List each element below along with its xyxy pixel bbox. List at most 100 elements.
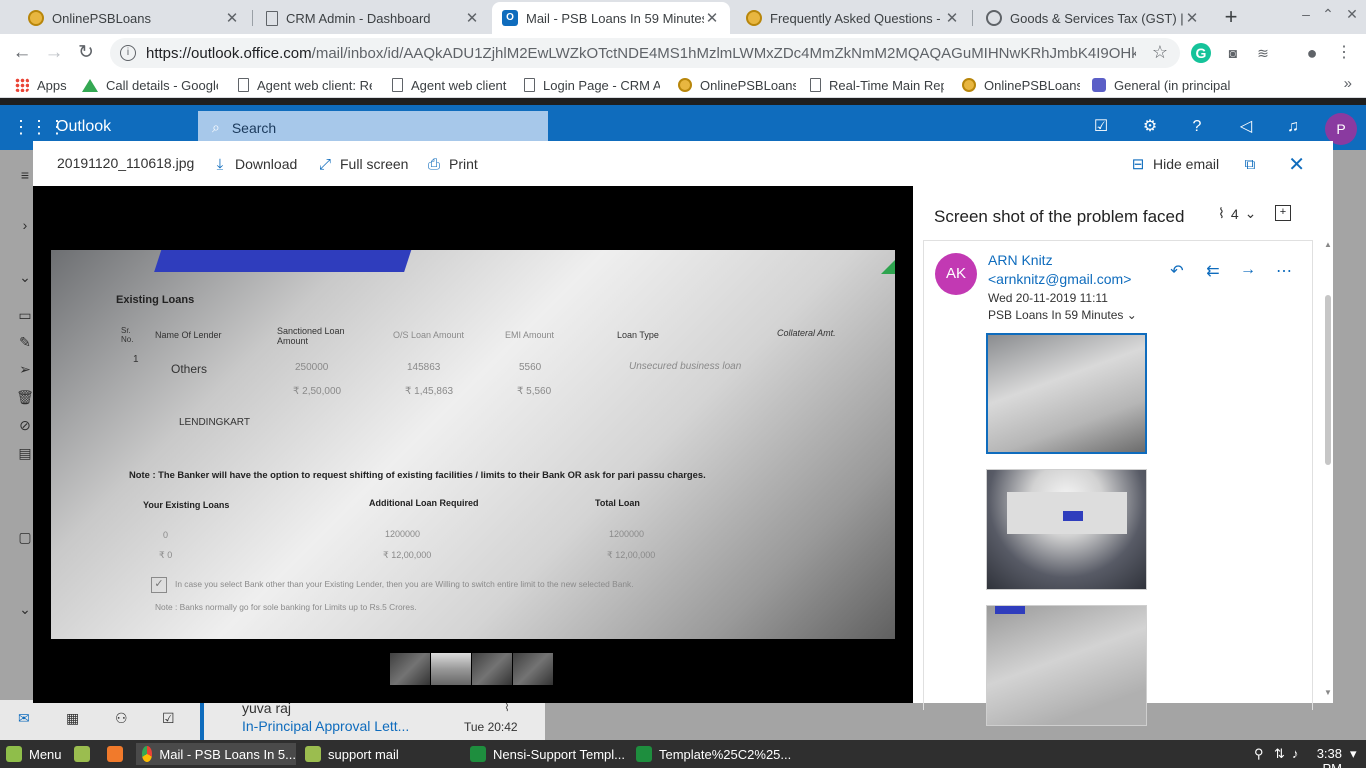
chevron-right-icon[interactable]: › bbox=[16, 216, 34, 234]
reply-all-icon[interactable]: ⇇ bbox=[1203, 261, 1223, 281]
extension-icon[interactable]: ≋ bbox=[1253, 43, 1273, 63]
notes-icon[interactable]: ▢ bbox=[16, 528, 34, 546]
scrollbar-thumb[interactable] bbox=[1325, 295, 1331, 465]
inbox-icon[interactable]: ▭ bbox=[16, 306, 34, 324]
taskbar-window-nensi[interactable]: Nensi-Support Templ... bbox=[470, 743, 625, 765]
tab-faq[interactable]: Frequently Asked Questions - P ✕ bbox=[736, 2, 970, 34]
bookmark-real-time-main[interactable]: Real-Time Main Rep bbox=[810, 76, 944, 94]
file-manager-launcher[interactable] bbox=[74, 743, 97, 765]
hide-email-button[interactable]: ⊟ Hide email bbox=[1131, 153, 1219, 175]
notifications-bell-icon[interactable]: ♫ bbox=[1283, 117, 1303, 137]
message-list-item[interactable]: yuva raj ⌇ In-Principal Approval Lett...… bbox=[200, 700, 545, 740]
junk-icon[interactable]: ⊘ bbox=[16, 416, 34, 434]
calendar-icon[interactable]: ▦ bbox=[66, 710, 79, 727]
scroll-up-icon[interactable]: ▲ bbox=[1324, 240, 1332, 249]
thumbnail-3[interactable] bbox=[472, 653, 512, 685]
back-icon[interactable]: ← bbox=[11, 42, 33, 64]
close-icon[interactable]: ✕ bbox=[1184, 9, 1200, 27]
thumbnail-2[interactable] bbox=[431, 653, 471, 685]
attachment-thumbnail-1[interactable] bbox=[986, 333, 1147, 454]
message-recipient[interactable]: PSB Loans In 59 Minutes ⌄ bbox=[988, 308, 1137, 322]
reading-pane-scrollbar[interactable]: ▲ ▼ bbox=[1324, 240, 1332, 700]
reload-icon[interactable]: ↻ bbox=[75, 42, 97, 64]
forward-icon[interactable]: → bbox=[1238, 261, 1258, 279]
feedback-megaphone-icon[interactable]: ◁ bbox=[1236, 117, 1256, 137]
bookmark-onlinepsbloans-2[interactable]: OnlinePSBLoans bbox=[962, 76, 1080, 94]
user-icon[interactable]: ⚲ bbox=[1254, 746, 1264, 762]
new-tab-button[interactable]: + bbox=[1220, 6, 1242, 28]
hamburger-icon[interactable]: ≡ bbox=[16, 166, 34, 184]
settings-gear-icon[interactable]: ⚙ bbox=[1140, 117, 1160, 137]
bookmarks-overflow-icon[interactable]: » bbox=[1344, 75, 1352, 92]
tab-crm-admin[interactable]: CRM Admin - Dashboard ✕ bbox=[256, 2, 490, 34]
reply-icon[interactable]: ↶ bbox=[1167, 261, 1187, 281]
outlook-brand[interactable]: Outlook bbox=[56, 118, 111, 136]
people-icon[interactable]: ⚇ bbox=[115, 710, 128, 727]
attachment-thumbnail-2[interactable] bbox=[986, 469, 1147, 590]
search-input[interactable]: ⌕ Search bbox=[198, 111, 548, 144]
minimize-icon[interactable]: – bbox=[1298, 6, 1314, 22]
firefox-launcher[interactable] bbox=[107, 743, 130, 765]
print-button[interactable]: ⎙ Print bbox=[427, 153, 478, 175]
bookmark-call-details[interactable]: Call details - Google bbox=[82, 76, 218, 94]
deleted-icon[interactable]: 🗑 bbox=[16, 388, 34, 406]
grammarly-icon[interactable]: G bbox=[1191, 43, 1211, 63]
tab-onlinepsbloans[interactable]: OnlinePSBLoans ✕ bbox=[18, 2, 250, 34]
reading-pane: Screen shot of the problem faced ⌇ 4 ⌄ +… bbox=[913, 186, 1333, 726]
more-menu-icon[interactable]: ⋮ bbox=[1334, 43, 1354, 63]
drafts-pencil-icon[interactable]: ✎ bbox=[16, 333, 34, 351]
bookmark-general-in-principal[interactable]: General (in principal bbox=[1092, 76, 1230, 94]
archive-icon[interactable]: ▤ bbox=[16, 444, 34, 462]
bookmark-login-crm[interactable]: Login Page - CRM Ac bbox=[524, 76, 660, 94]
bookmark-agent-web-client-re[interactable]: Agent web client: Re bbox=[238, 76, 372, 94]
download-button[interactable]: ⤓ Download bbox=[213, 153, 298, 175]
attachment-thumbnail-3[interactable] bbox=[986, 605, 1147, 726]
notifications-icon[interactable]: ▾ bbox=[1350, 746, 1357, 762]
sender-name[interactable]: ARN Knitz <arnknitz@gmail.com> bbox=[988, 251, 1148, 289]
profile-icon[interactable]: ● bbox=[1302, 43, 1322, 63]
scroll-down-icon[interactable]: ▼ bbox=[1324, 688, 1332, 697]
close-icon[interactable]: ✕ bbox=[464, 9, 480, 27]
tab-gst[interactable]: Goods & Services Tax (GST) | S ✕ bbox=[976, 2, 1210, 34]
mail-icon[interactable]: ✉ bbox=[18, 710, 30, 727]
bookmark-onlinepsbloans[interactable]: OnlinePSBLoans bbox=[678, 76, 796, 94]
close-icon[interactable]: ✕ bbox=[944, 9, 960, 27]
more-actions-icon[interactable]: ⋯ bbox=[1274, 261, 1294, 281]
site-info-icon[interactable]: i bbox=[120, 45, 136, 61]
bookmark-agent-web-client[interactable]: Agent web client bbox=[392, 76, 512, 94]
attachment-count[interactable]: ⌇ 4 ⌄ bbox=[1218, 205, 1262, 222]
chevron-down-icon[interactable]: ⌄ bbox=[16, 600, 34, 618]
forward-icon[interactable]: → bbox=[43, 42, 65, 64]
camera-icon[interactable]: ◙ bbox=[1223, 43, 1243, 63]
taskbar-window-support-mail[interactable]: support mail bbox=[305, 743, 399, 765]
address-bar[interactable]: i https://outlook.office.com/mail/inbox/… bbox=[110, 38, 1180, 68]
close-icon[interactable]: ✕ bbox=[704, 9, 720, 27]
expand-icon[interactable]: + bbox=[1275, 205, 1291, 221]
taskbar-window-template[interactable]: Template%25C2%25... bbox=[636, 743, 791, 765]
close-icon[interactable]: ✕ bbox=[224, 9, 240, 27]
bookmark-star-icon[interactable]: ☆ bbox=[1152, 42, 1168, 63]
close-viewer-icon[interactable]: ✕ bbox=[1288, 152, 1305, 177]
chevron-down-icon[interactable]: ⌄ bbox=[16, 268, 34, 286]
tasks-icon[interactable]: ☑ bbox=[162, 710, 175, 727]
taskbar-window-mail[interactable]: Mail - PSB Loans In 5... bbox=[136, 743, 296, 765]
network-icon[interactable]: ⇅ bbox=[1274, 746, 1285, 762]
tab-separator bbox=[972, 10, 973, 26]
photo-col-sanctioned: Sanctioned Loan Amount bbox=[277, 326, 345, 346]
clock[interactable]: 3:38 PM bbox=[1296, 746, 1342, 768]
help-icon[interactable]: ? bbox=[1187, 117, 1207, 137]
full-screen-button[interactable]: ⤢ Full screen bbox=[318, 153, 408, 175]
photo-note2: Note : Banks normally go for sole bankin… bbox=[155, 602, 417, 612]
start-menu-button[interactable]: Menu bbox=[6, 743, 62, 765]
pop-out-button[interactable]: ⧉ bbox=[1243, 153, 1265, 175]
app-launcher-icon[interactable]: ⋮⋮⋮ bbox=[12, 116, 66, 138]
tab-mail-outlook[interactable]: O Mail - PSB Loans In 59 Minutes ✕ bbox=[492, 2, 730, 34]
close-window-icon[interactable]: ✕ bbox=[1344, 6, 1360, 23]
skype-icon[interactable]: ☑ bbox=[1091, 117, 1111, 137]
thumbnail-1[interactable] bbox=[390, 653, 430, 685]
pop-out-icon: ⧉ bbox=[1244, 155, 1256, 173]
sent-icon[interactable]: ➢ bbox=[16, 360, 34, 378]
restore-icon[interactable]: ⌃ bbox=[1320, 6, 1336, 23]
bookmark-apps[interactable]: Apps bbox=[15, 76, 75, 94]
thumbnail-4[interactable] bbox=[513, 653, 553, 685]
